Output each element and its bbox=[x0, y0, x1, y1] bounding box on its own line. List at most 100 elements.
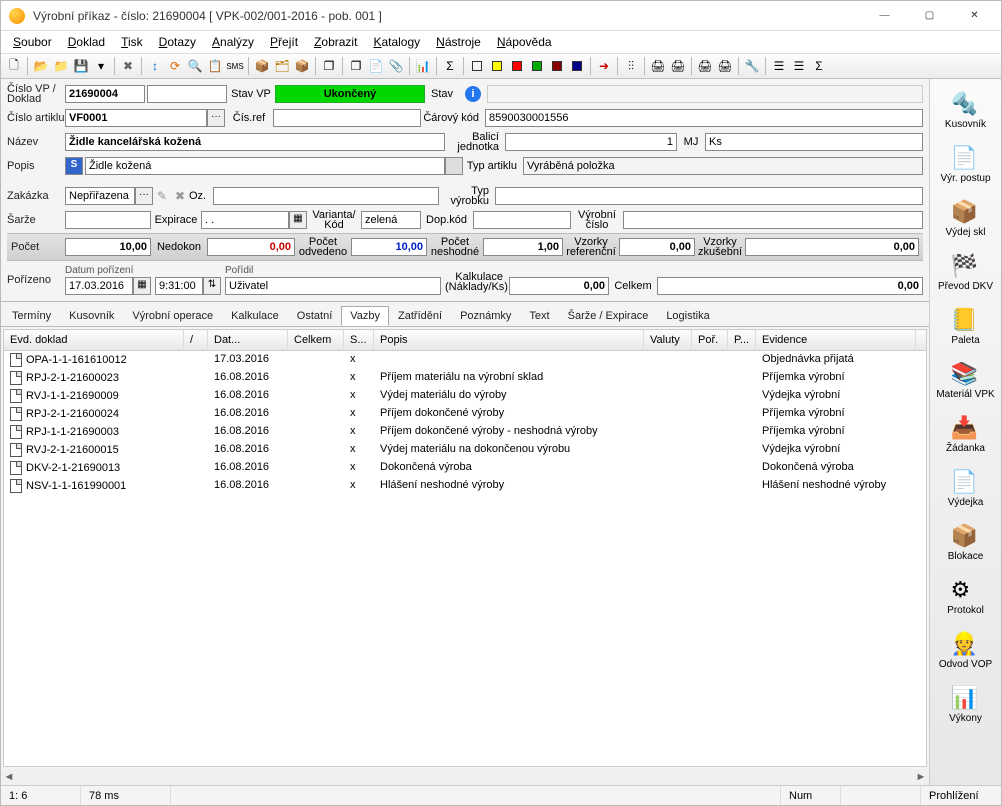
table-row[interactable]: DKV-2-1-2169001316.08.2016xDokončená výr… bbox=[4, 459, 926, 477]
sq-darkred-icon[interactable] bbox=[548, 57, 566, 75]
menu-doklad[interactable]: Doklad bbox=[60, 33, 113, 51]
search-icon[interactable]: 🔍 bbox=[186, 57, 204, 75]
col-2[interactable]: Dat... bbox=[208, 330, 288, 350]
box1-icon[interactable]: 📦 bbox=[253, 57, 271, 75]
vazby-table[interactable]: Evd. doklad/Dat...CelkemS...PopisValutyP… bbox=[3, 329, 927, 767]
delete-icon[interactable]: ✖ bbox=[119, 57, 137, 75]
varianta-field[interactable]: zelená bbox=[361, 211, 421, 229]
sidebar-blokace[interactable]: 📦Blokace bbox=[934, 515, 998, 567]
refresh-icon[interactable]: ↕ bbox=[146, 57, 164, 75]
sidebar-vydej-skl[interactable]: 📦Výdej skl bbox=[934, 191, 998, 243]
tab-logistika[interactable]: Logistika bbox=[657, 306, 718, 326]
table-row[interactable]: OPA-1-1-16161001217.03.2016xObjednávka p… bbox=[4, 351, 926, 369]
sidebar-kusovnik[interactable]: 🔩Kusovník bbox=[934, 83, 998, 135]
col-1[interactable]: / bbox=[184, 330, 208, 350]
menu-nástroje[interactable]: Nástroje bbox=[428, 33, 489, 51]
sidebar-vydejka[interactable]: 📄Výdejka bbox=[934, 461, 998, 513]
tab-kusovn-k[interactable]: Kusovník bbox=[60, 306, 123, 326]
table-row[interactable]: RPJ-2-1-2160002416.08.2016xPříjem dokonč… bbox=[4, 405, 926, 423]
print1-icon[interactable]: 🖨 bbox=[649, 57, 667, 75]
menu-dotazy[interactable]: Dotazy bbox=[151, 33, 204, 51]
new-icon[interactable]: 🗋 bbox=[5, 57, 23, 75]
col-5[interactable]: Popis bbox=[374, 330, 644, 350]
cas-field[interactable]: 9:31:00 bbox=[155, 277, 203, 295]
oz-field[interactable] bbox=[213, 187, 439, 205]
table-row[interactable]: RPJ-2-1-2160002316.08.2016xPříjem materi… bbox=[4, 369, 926, 387]
table-row[interactable]: RVJ-2-1-2160001516.08.2016xVýdej materiá… bbox=[4, 441, 926, 459]
dopkod-field[interactable] bbox=[473, 211, 571, 229]
print4-icon[interactable]: 🖨 bbox=[716, 57, 734, 75]
menu-tisk[interactable]: Tisk bbox=[113, 33, 151, 51]
tab-v-robn-operace[interactable]: Výrobní operace bbox=[123, 306, 222, 326]
minimize-button[interactable]: — bbox=[862, 2, 907, 30]
expirace-field[interactable]: . . bbox=[201, 211, 289, 229]
copy-icon[interactable]: ❐ bbox=[347, 57, 365, 75]
col-6[interactable]: Valuty bbox=[644, 330, 692, 350]
sq-green-icon[interactable] bbox=[528, 57, 546, 75]
chart-icon[interactable]: 📊 bbox=[414, 57, 432, 75]
sync-icon[interactable]: ⟳ bbox=[166, 57, 184, 75]
sarze-field[interactable] bbox=[65, 211, 151, 229]
pocet-field[interactable]: 10,00 bbox=[65, 238, 151, 256]
print3-icon[interactable]: 🖨 bbox=[696, 57, 714, 75]
cas-spin-button[interactable]: ⇅ bbox=[203, 277, 221, 295]
table-row[interactable]: RVJ-1-1-2169000916.08.2016xVýdej materiá… bbox=[4, 387, 926, 405]
arrow1-icon[interactable]: ➜ bbox=[595, 57, 613, 75]
tab-kalkulace[interactable]: Kalkulace bbox=[222, 306, 288, 326]
window-icon[interactable]: ❐ bbox=[320, 57, 338, 75]
settings-icon[interactable]: 🔧 bbox=[743, 57, 761, 75]
sq-blue-icon[interactable] bbox=[568, 57, 586, 75]
sms-icon[interactable]: SMS bbox=[226, 57, 244, 75]
sq-red-icon[interactable] bbox=[508, 57, 526, 75]
popis-field[interactable]: Židle kožená bbox=[85, 157, 445, 175]
sigma2-icon[interactable]: Σ bbox=[810, 57, 828, 75]
col-7[interactable]: Poř. bbox=[692, 330, 728, 350]
table-row[interactable]: RPJ-1-1-2169000316.08.2016xPříjem dokonč… bbox=[4, 423, 926, 441]
col-3[interactable]: Celkem bbox=[288, 330, 344, 350]
clip-icon[interactable]: 📎 bbox=[387, 57, 405, 75]
sidebar-paleta[interactable]: 📒Paleta bbox=[934, 299, 998, 351]
artikl-lookup-button[interactable]: ··· bbox=[207, 109, 225, 127]
list2-icon[interactable]: ☰ bbox=[790, 57, 808, 75]
expirace-cal-button[interactable]: ▦ bbox=[289, 211, 307, 229]
carovy-kod-field[interactable]: 8590030001556 bbox=[485, 109, 923, 127]
doc-icon[interactable]: 📋 bbox=[206, 57, 224, 75]
menu-soubor[interactable]: Soubor bbox=[5, 33, 60, 51]
cislo-artiklu-field[interactable]: VF0001 bbox=[65, 109, 207, 127]
info-icon[interactable]: i bbox=[465, 86, 481, 102]
cisref-field[interactable] bbox=[273, 109, 421, 127]
h-scrollbar[interactable]: ◄ ► bbox=[1, 769, 929, 785]
maximize-button[interactable]: ▢ bbox=[907, 2, 952, 30]
zakazka-del-icon[interactable]: ✖ bbox=[171, 187, 189, 205]
vp-number2-field[interactable] bbox=[147, 85, 227, 103]
open2-icon[interactable]: 📁 bbox=[52, 57, 70, 75]
datum-cal-button[interactable]: ▦ bbox=[133, 277, 151, 295]
box3-icon[interactable]: 📦 bbox=[293, 57, 311, 75]
tab-ostatn-[interactable]: Ostatní bbox=[288, 306, 341, 326]
zakazka-field[interactable]: Nepřiřazena bbox=[65, 187, 135, 205]
typ-vyrobku-field[interactable] bbox=[495, 187, 923, 205]
menu-přejít[interactable]: Přejít bbox=[262, 33, 306, 51]
sq-white-icon[interactable] bbox=[468, 57, 486, 75]
sidebar-prevod-dkv[interactable]: 🏁Převod DKV bbox=[934, 245, 998, 297]
save-icon[interactable]: 💾 bbox=[72, 57, 90, 75]
popis-extra-button[interactable] bbox=[445, 157, 463, 175]
split-icon[interactable]: ⫶⫶ bbox=[622, 57, 640, 75]
sidebar-material-vpk[interactable]: 📚Materiál VPK bbox=[934, 353, 998, 405]
tab-vazby[interactable]: Vazby bbox=[341, 306, 389, 326]
list1-icon[interactable]: ☰ bbox=[770, 57, 788, 75]
save-dd-icon[interactable]: ▾ bbox=[92, 57, 110, 75]
zakazka-edit-icon[interactable]: ✎ bbox=[153, 187, 171, 205]
close-button[interactable]: ✕ bbox=[952, 2, 997, 30]
col-0[interactable]: Evd. doklad bbox=[4, 330, 184, 350]
col-4[interactable]: S... bbox=[344, 330, 374, 350]
sidebar-zadanka[interactable]: 📥Žádanka bbox=[934, 407, 998, 459]
table-body[interactable]: OPA-1-1-16161001217.03.2016xObjednávka p… bbox=[4, 351, 926, 765]
sq-yellow-icon[interactable] bbox=[488, 57, 506, 75]
zakazka-lookup[interactable]: ··· bbox=[135, 187, 153, 205]
tab--ar-e-expirace[interactable]: Šarže / Expirace bbox=[559, 306, 658, 326]
nazev-field[interactable]: Židle kancelářská kožená bbox=[65, 133, 445, 151]
menu-analýzy[interactable]: Analýzy bbox=[204, 33, 262, 51]
sidebar-protokol[interactable]: ⚙Protokol bbox=[934, 569, 998, 621]
col-9[interactable]: Evidence bbox=[756, 330, 916, 350]
